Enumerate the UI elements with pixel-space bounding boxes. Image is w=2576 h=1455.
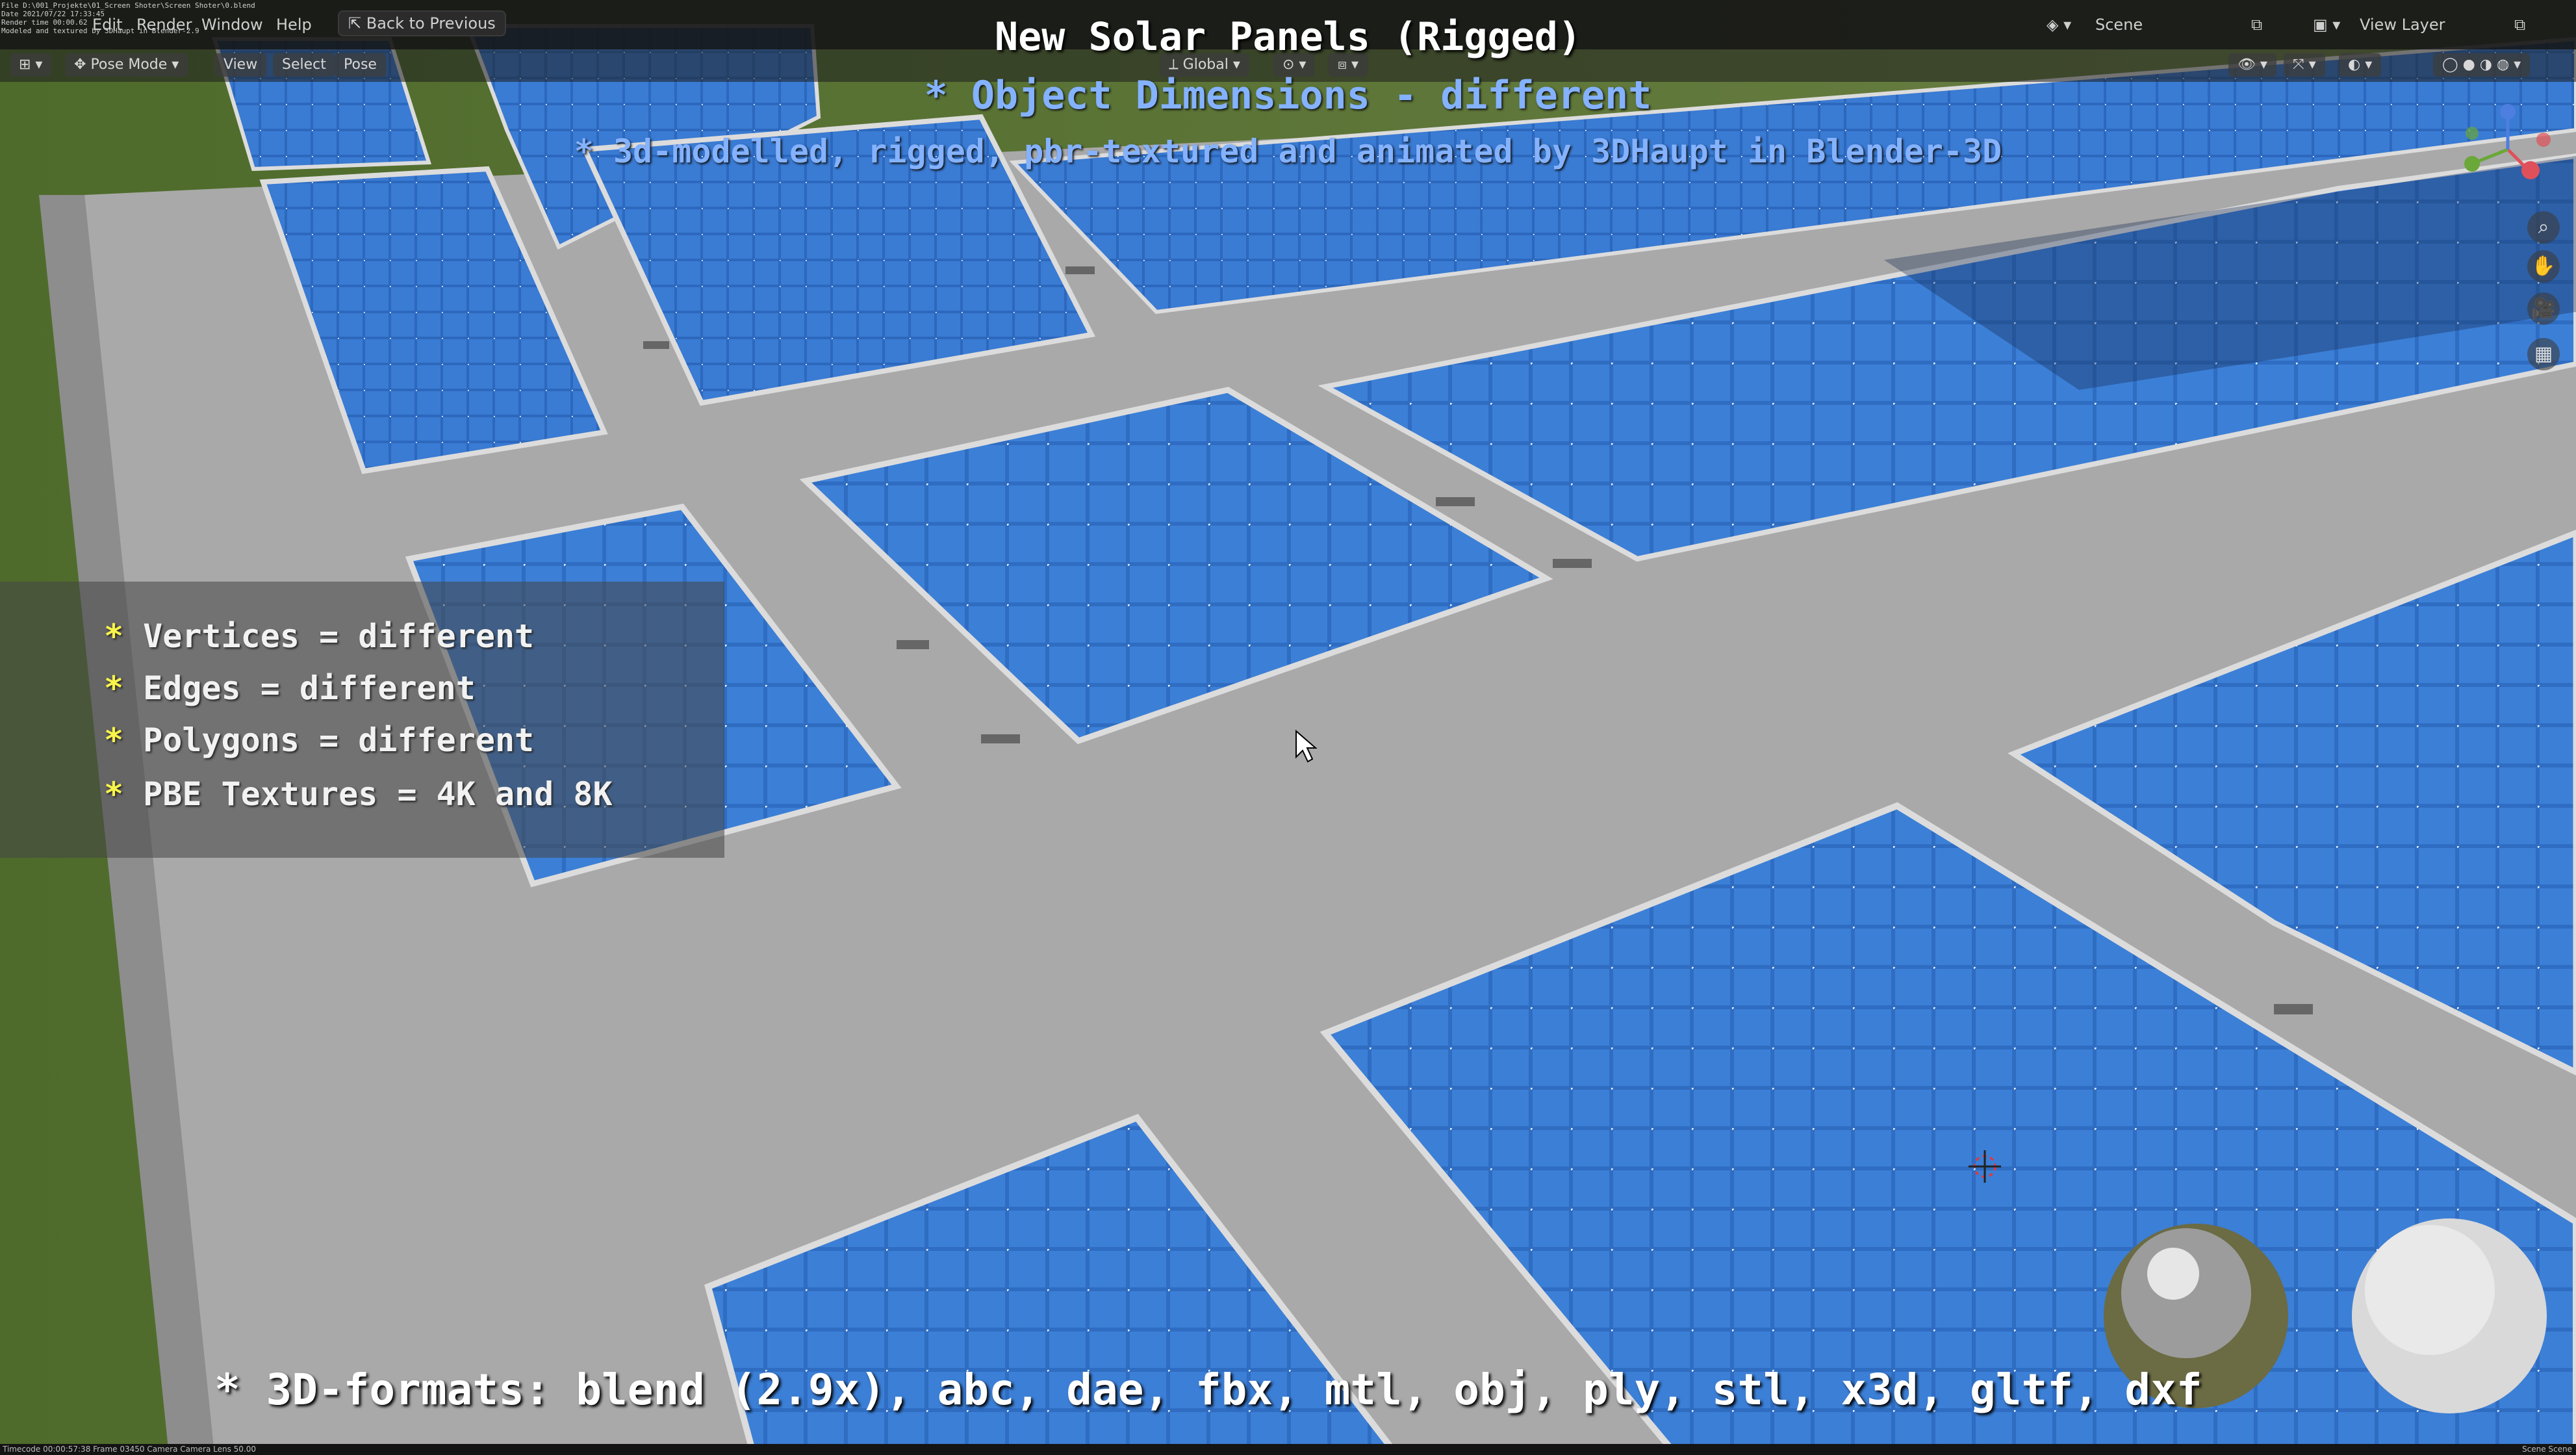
- info-edges: * Edges = different: [104, 669, 476, 707]
- status-left: Timecode 00:00:57:38 Frame 03450 Camera …: [3, 1445, 257, 1454]
- grid-icon[interactable]: ▦: [2527, 338, 2560, 370]
- info-panel: * Vertices = different * Edges = different…: [0, 582, 724, 858]
- overlay-credits: * 3d-modelled, rigged, pbr-textured and …: [574, 133, 2002, 170]
- overlay-title: New Solar Panels (Rigged): [994, 14, 1582, 60]
- status-bar: Timecode 00:00:57:38 Frame 03450 Camera …: [0, 1444, 2576, 1455]
- zoom-icon[interactable]: ⌕: [2527, 211, 2560, 244]
- info-polygons: * Polygons = different: [104, 721, 535, 759]
- pan-hand-icon[interactable]: ✋: [2527, 250, 2560, 283]
- status-right: Scene Scene: [2522, 1445, 2572, 1454]
- overlay-subtitle: * Object Dimensions - different: [924, 73, 1652, 118]
- info-vertices: * Vertices = different: [104, 617, 535, 655]
- file-path-text: File D:\001_Projekte\01_Screen Shoter\Sc…: [1, 1, 255, 10]
- camera-icon[interactable]: 🎥: [2527, 292, 2560, 325]
- formats-line: * 3D-formats: blend (2.9x), abc, dae, fb…: [214, 1365, 2202, 1415]
- info-textures: * PBE Textures = 4K and 8K: [104, 775, 613, 813]
- matcap-sphere-white: [2352, 1218, 2547, 1413]
